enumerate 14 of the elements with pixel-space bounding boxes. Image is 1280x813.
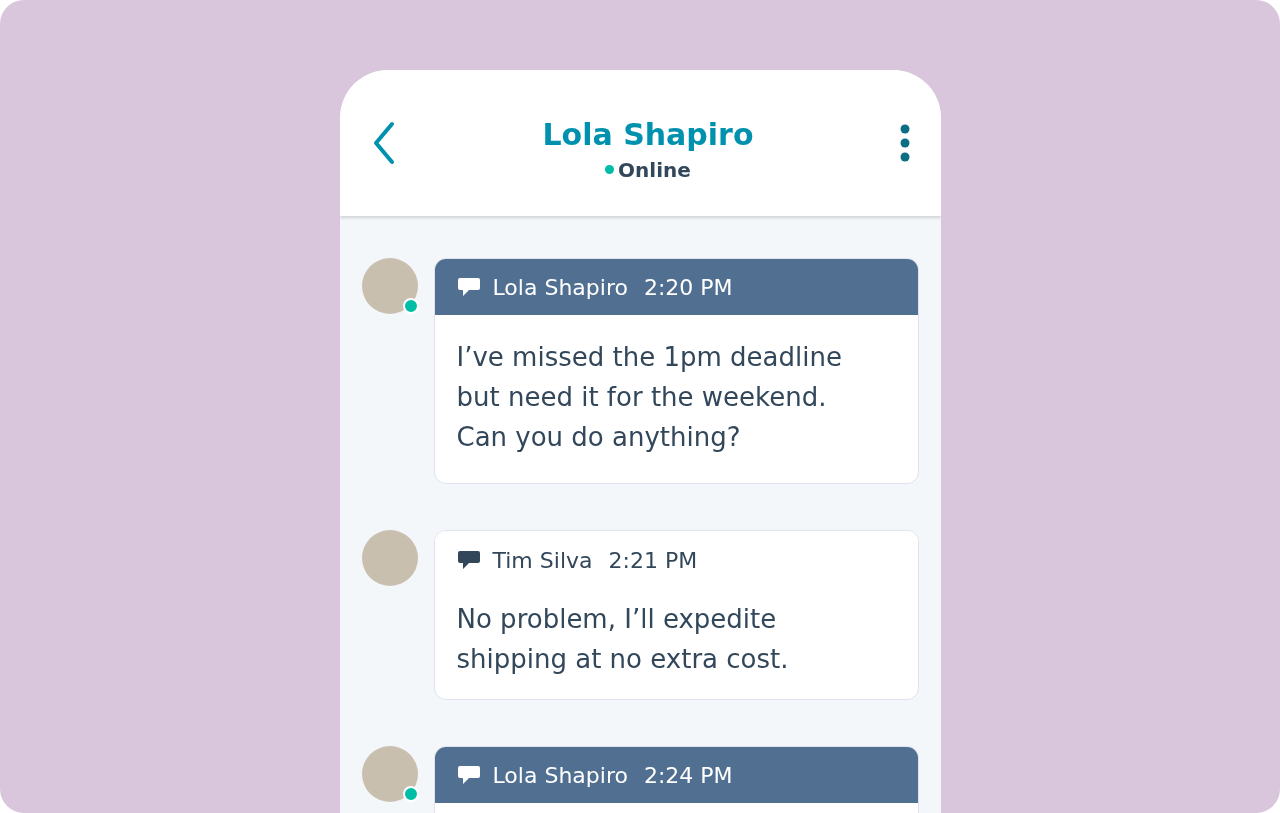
sender-name: Lola Shapiro (492, 762, 628, 788)
sender-name: Tim Silva (492, 547, 593, 573)
message-text: No problem, I’ll expedite shipping at no extra cost. (456, 604, 789, 674)
contact-name: Lola Shapiro (542, 116, 754, 152)
message-text: I’ve missed the 1pm deadline but need it for the weekend. Can you do anything? (456, 342, 842, 452)
message-time: 2:21 PM (608, 547, 698, 573)
message-time: 2:20 PM (643, 274, 733, 300)
message-time: 2:24 PM (643, 762, 733, 788)
chat-bubble-icon (456, 764, 481, 786)
status-text: Online (618, 157, 691, 182)
chat-bubble-icon (456, 276, 481, 298)
sender-name: Lola Shapiro (492, 274, 628, 300)
more-options-icon[interactable] (898, 124, 911, 162)
chat-bubble-icon (456, 549, 481, 571)
